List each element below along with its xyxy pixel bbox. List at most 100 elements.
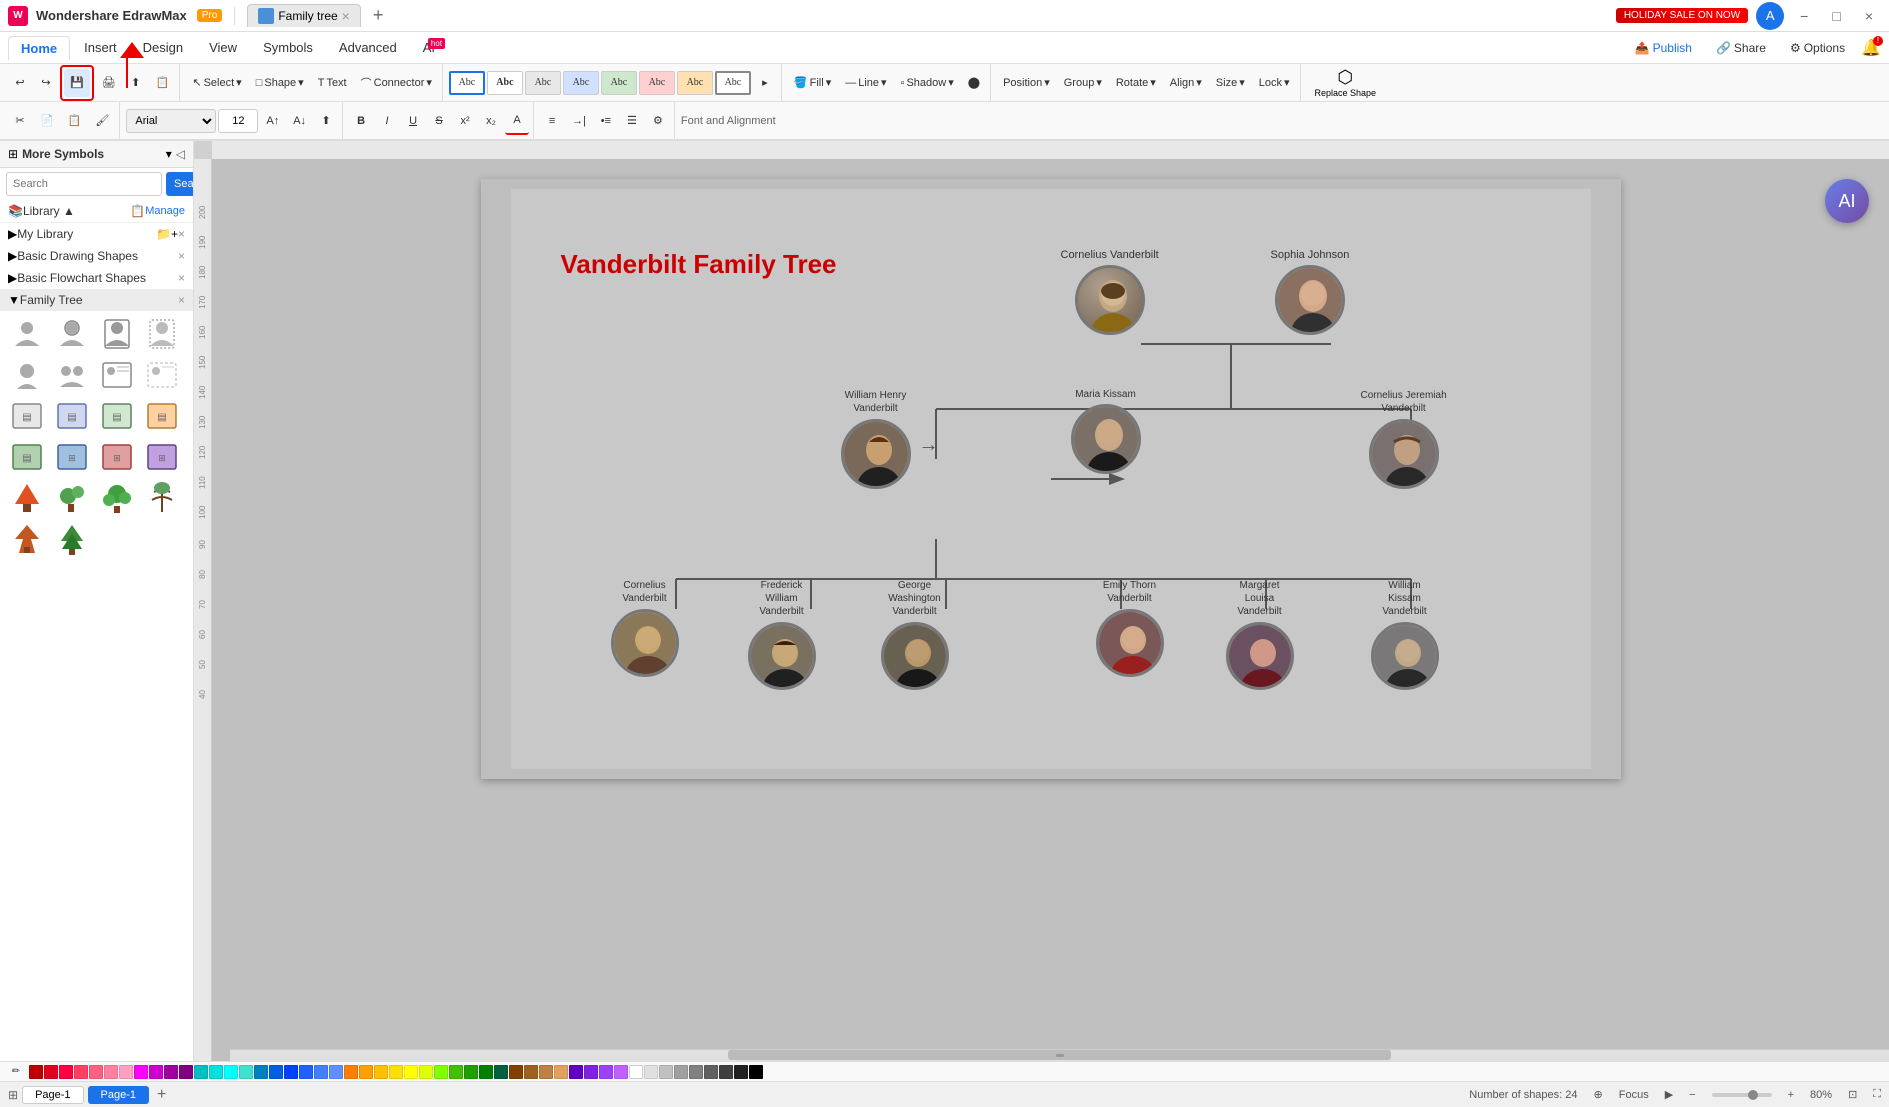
shape-item-3[interactable] [98, 315, 136, 353]
color-swatch-darkred[interactable] [29, 1065, 43, 1079]
color-swatch-blue6[interactable] [329, 1065, 343, 1079]
color-swatch-cyan[interactable] [224, 1065, 238, 1079]
align-btn[interactable]: Align▾ [1164, 69, 1208, 97]
color-swatch-gray5[interactable] [704, 1065, 718, 1079]
add-page-btn[interactable]: + [157, 1086, 166, 1104]
color-swatch-purple2[interactable] [164, 1065, 178, 1079]
color-swatch-purple3[interactable] [179, 1065, 193, 1079]
font-family-select[interactable]: Arial [126, 109, 216, 133]
color-swatch-yellow2[interactable] [389, 1065, 403, 1079]
shape-item-tree3[interactable] [98, 479, 136, 517]
fill-btn[interactable]: 🪣 Fill▾ [788, 69, 837, 97]
color-swatch-yellow1[interactable] [374, 1065, 388, 1079]
shape-item-13[interactable]: ▤ [8, 438, 46, 476]
color-swatch-blue4[interactable] [299, 1065, 313, 1079]
color-swatch-brown3[interactable] [539, 1065, 553, 1079]
font-size-decrease-btn[interactable]: A↓ [287, 107, 312, 135]
color-swatch-teal2[interactable] [209, 1065, 223, 1079]
basic-drawing-section[interactable]: ▶ Basic Drawing Shapes × [0, 245, 193, 267]
my-library-close-btn[interactable]: × [178, 227, 185, 241]
color-swatch-yellow4[interactable] [419, 1065, 433, 1079]
new-tab-btn[interactable]: + [373, 5, 384, 26]
options-btn[interactable]: ⚙ Options [1782, 38, 1853, 58]
color-swatch-gray1[interactable] [644, 1065, 658, 1079]
bullet-btn[interactable]: •≡ [594, 107, 618, 135]
select-btn[interactable]: ↖ Select ▾ [186, 69, 247, 97]
style-swatch-8[interactable]: Abc [715, 71, 751, 95]
basic-flowchart-close-btn[interactable]: × [178, 271, 185, 285]
paste2-btn[interactable]: 📋 [62, 107, 88, 135]
shape-item-1[interactable] [8, 315, 46, 353]
color-swatch-violet2[interactable] [614, 1065, 628, 1079]
shape-item-2[interactable] [53, 315, 91, 353]
shape-item-9[interactable]: ▤ [8, 397, 46, 435]
color-swatch-teal1[interactable] [194, 1065, 208, 1079]
color-swatch-gray3[interactable] [674, 1065, 688, 1079]
color-swatch-green3[interactable] [464, 1065, 478, 1079]
tab-close-btn[interactable]: × [342, 8, 350, 24]
shape-item-4[interactable] [143, 315, 181, 353]
page-tab-1[interactable]: Page-1 [22, 1086, 83, 1104]
page-nav-icon[interactable]: ⊞ [8, 1088, 18, 1102]
shadow-btn[interactable]: ▫ Shadow▾ [895, 69, 960, 97]
color-swatch-green4[interactable] [479, 1065, 493, 1079]
shape-item-tree4[interactable] [143, 479, 181, 517]
tab-home[interactable]: Home [8, 36, 70, 60]
color-swatch-purple1[interactable] [149, 1065, 163, 1079]
rotate-btn[interactable]: Rotate▾ [1110, 69, 1162, 97]
strikethrough-btn[interactable]: S [427, 107, 451, 135]
panel-collapse-btn[interactable]: ◁ [176, 147, 185, 161]
page-tab-active[interactable]: Page-1 [88, 1086, 149, 1104]
shape-item-8[interactable] [143, 356, 181, 394]
shape-item-12[interactable]: ▤ [143, 397, 181, 435]
shape-item-tree5[interactable] [8, 520, 46, 558]
color-swatch-brown2[interactable] [524, 1065, 538, 1079]
paste-btn[interactable]: 📋 [150, 69, 176, 97]
play-btn[interactable]: ▶ [1665, 1088, 1673, 1101]
color-swatch-green2[interactable] [449, 1065, 463, 1079]
shape-item-10[interactable]: ▤ [53, 397, 91, 435]
color-swatch-blue5[interactable] [314, 1065, 328, 1079]
position-btn[interactable]: Position▾ [997, 69, 1056, 97]
shape-btn[interactable]: □ Shape ▾ [250, 69, 310, 97]
color-swatch-orange1[interactable] [344, 1065, 358, 1079]
shape-item-15[interactable]: ⊞ [98, 438, 136, 476]
styles-expand-btn[interactable]: ⬤ [962, 69, 986, 97]
color-swatch-violet1[interactable] [599, 1065, 613, 1079]
search-btn[interactable]: Search [166, 172, 194, 196]
zoom-slider-thumb[interactable] [1748, 1090, 1758, 1100]
minimize-btn[interactable]: − [1792, 6, 1816, 26]
tab-view[interactable]: View [197, 36, 249, 59]
basic-drawing-close-btn[interactable]: × [178, 249, 185, 263]
color-swatch-gray2[interactable] [659, 1065, 673, 1079]
pen-tool-btn[interactable]: ✏ [4, 1061, 28, 1081]
maximize-btn[interactable]: □ [1824, 6, 1848, 26]
search-input[interactable] [6, 172, 162, 196]
color-swatch-green5[interactable] [494, 1065, 508, 1079]
text-align-btn[interactable]: ≡ [540, 107, 564, 135]
shape-item-tree2[interactable] [53, 479, 91, 517]
color-swatch-yellow3[interactable] [404, 1065, 418, 1079]
shape-item-11[interactable]: ▤ [98, 397, 136, 435]
style-swatch-2[interactable]: Abc [487, 71, 523, 95]
color-swatch-red3[interactable] [74, 1065, 88, 1079]
color-swatch-blue2[interactable] [269, 1065, 283, 1079]
share-btn[interactable]: 🔗 Share [1708, 38, 1774, 58]
undo-btn[interactable]: ↩ [8, 69, 32, 97]
line-btn[interactable]: — Line▾ [839, 69, 892, 97]
color-swatch-pink2[interactable] [104, 1065, 118, 1079]
color-swatch-green1[interactable] [434, 1065, 448, 1079]
family-tree-close-btn[interactable]: × [178, 293, 185, 307]
basic-flowchart-section[interactable]: ▶ Basic Flowchart Shapes × [0, 267, 193, 289]
cut-btn[interactable]: ✂ [8, 107, 32, 135]
zoom-in-btn[interactable]: + [1788, 1089, 1794, 1101]
style-swatch-5[interactable]: Abc [601, 71, 637, 95]
tab-ai[interactable]: AI hot [411, 36, 447, 59]
horizontal-scrollbar[interactable] [230, 1049, 1889, 1061]
notification-btn[interactable]: 🔔 ! [1861, 38, 1881, 58]
zoom-out-btn[interactable]: − [1689, 1089, 1695, 1101]
format-painter-btn[interactable]: 🖌 [89, 107, 115, 135]
indent-btn[interactable]: →| [566, 107, 592, 135]
font-color-btn[interactable]: A [505, 107, 529, 135]
save-btn[interactable]: 💾 [64, 69, 90, 97]
